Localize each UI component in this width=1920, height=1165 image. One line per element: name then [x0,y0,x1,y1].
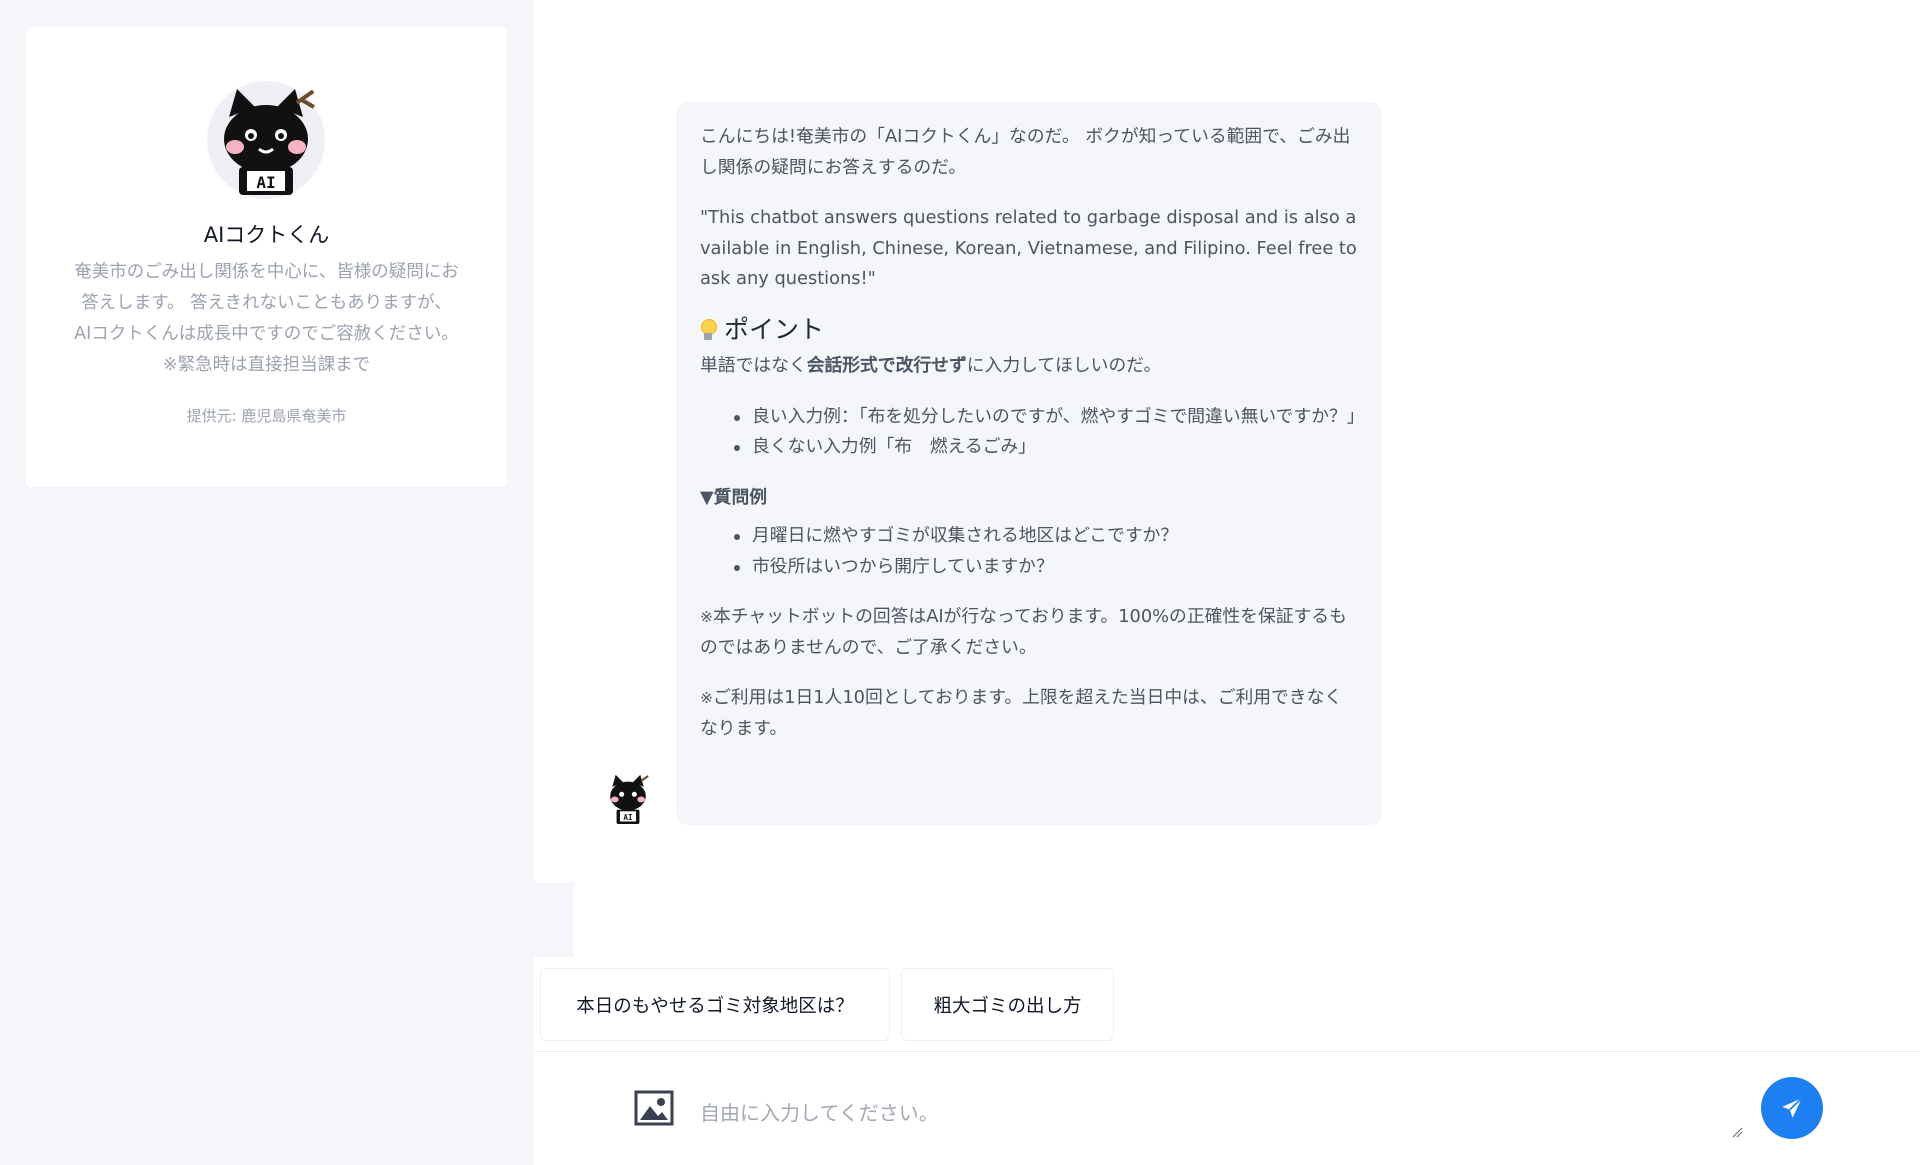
example-list: 良い入力例：「布を処分したいのですが、燃やすゴミで間違い無いですか？」 良くない… [734,402,1365,463]
note-mark: ※ [700,608,713,626]
question-heading: ▼質問例 [700,486,768,508]
list-item: 良い入力例：「布を処分したいのですが、燃やすゴミで間違い無いですか？」 [734,402,1365,433]
lightbulb-icon [700,318,717,342]
svg-text:AI: AI [256,173,275,192]
list-item: 良くない入力例「布 燃えるごみ」 [734,432,1358,463]
bot-message-bubble: こんにちは!奄美市の「AIコクトくん」なのだ。 ボクが知っている範囲で、ごみ出し… [676,102,1382,825]
black-cat-ai-mascot-icon: AI [610,774,649,824]
greeting-text: こんにちは!奄美市の「AIコクトくん」なのだ。 ボクが知っている範囲で、ごみ出し… [700,126,1351,178]
bot-profile-card: AI AIコクトくん 奄美市のごみ出し関係を中心に、皆様の疑問にお 答えします。… [26,27,507,487]
accuracy-note-text: 本チャットボットの回答はAIが行なっております。100%の正確性を保証するもので… [700,606,1347,658]
black-cat-ai-mascot-icon: AI [224,89,315,195]
instruction-after: に入力してほしいのだ。 [966,355,1162,376]
question-list: 月曜日に燃やすゴミが収集される地区はどこですか？ 市役所はいつから開庁しています… [734,521,1358,583]
paper-plane-icon [1782,1097,1803,1118]
image-icon [634,1090,674,1126]
bot-avatar: AI [207,81,325,199]
note-mark: ※ [700,689,713,707]
bot-name: AIコクトくん [203,223,330,247]
usage-note-text: ご利用は1日1人10回としております。上限を超えた当日中は、ご利用できなくなりま… [700,687,1343,739]
bot-message-avatar: AI [603,771,653,827]
point-heading: ポイント [700,315,1358,346]
usage-note: ※ご利用は1日1人10回としております。上限を超えた当日中は、ご利用できなくなり… [700,683,1358,744]
list-item: 市役所はいつから開庁していますか？ [734,552,1358,583]
list-item: 月曜日に燃やすゴミが収集される地区はどこですか？ [734,521,1358,552]
message-input[interactable] [700,1088,1745,1138]
resize-grip-icon[interactable] [1731,1126,1743,1138]
layout-gap [534,882,574,957]
english-note: "This chatbot answers questions related … [700,207,1357,289]
input-divider [534,1051,1920,1052]
instruction-before: 単語ではなく [700,355,807,376]
suggestion-chip-burnable-area[interactable]: 本日のもやせるゴミ対象地区は？ [540,968,890,1041]
point-heading-text: ポイント [724,314,825,344]
svg-text:AI: AI [623,813,632,822]
provider-label: 提供元: 鹿児島県奄美市 [186,407,347,425]
bot-description: 奄美市のごみ出し関係を中心に、皆様の疑問にお 答えします。 答えきれないこともあ… [74,262,459,375]
send-button[interactable] [1761,1077,1823,1139]
instruction-bold: 会話形式で改行せず [806,355,967,376]
input-instruction: 単語ではなく会話形式で改行せずに入力してほしいのだ。 [700,351,1358,382]
accuracy-note: ※本チャットボットの回答はAIが行なっております。100%の正確性を保証するもの… [700,602,1358,663]
sidebar: AI AIコクトくん 奄美市のごみ出し関係を中心に、皆様の疑問にお 答えします。… [0,0,534,1165]
image-upload-button[interactable] [634,1090,674,1126]
suggestion-chip-bulky-garbage[interactable]: 粗大ゴミの出し方 [901,968,1114,1041]
